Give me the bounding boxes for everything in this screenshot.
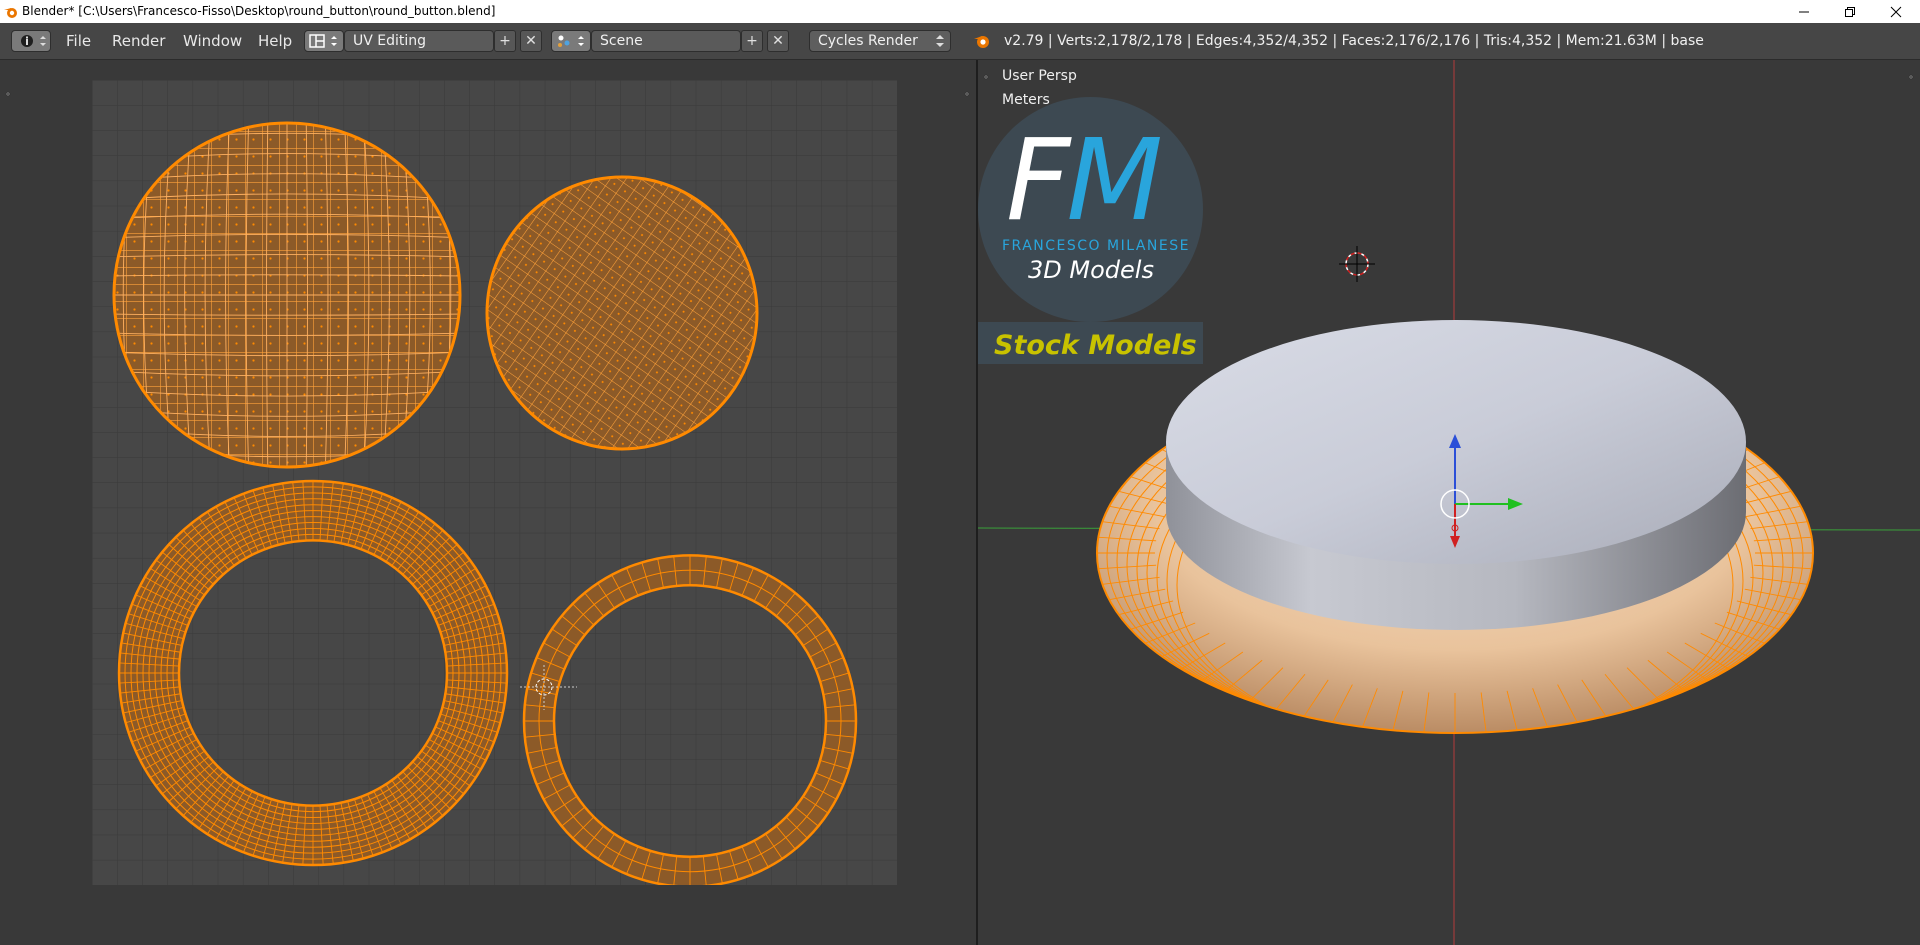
- info-header: File Render Window Help UV Editing + ✕ S…: [0, 23, 1920, 60]
- chevron-updown-icon: [936, 35, 944, 47]
- remove-icon: ✕: [525, 33, 537, 49]
- menu-window[interactable]: Window: [183, 32, 242, 50]
- close-button[interactable]: [1873, 0, 1919, 23]
- add-icon: +: [499, 33, 511, 49]
- area-split-widget-icon[interactable]: [962, 89, 972, 99]
- menu-help[interactable]: Help: [258, 32, 292, 50]
- uv-grid-canvas[interactable]: [92, 80, 897, 885]
- render-engine-icon: [974, 36, 989, 48]
- watermark-name: FRANCESCO MILANESE: [1002, 238, 1190, 254]
- uv-image-editor[interactable]: [0, 60, 976, 945]
- restore-button[interactable]: [1827, 0, 1873, 23]
- minimize-button[interactable]: [1781, 0, 1827, 23]
- window-title: Blender* [C:\Users\Francesco-Fisso\Deskt…: [22, 4, 496, 18]
- blender-logo-icon: [4, 8, 17, 18]
- editor-type-button[interactable]: [11, 30, 51, 52]
- remove-icon: ✕: [772, 33, 784, 49]
- watermark-logo-letters: FM: [1006, 116, 1163, 246]
- area-split-widget-icon[interactable]: [981, 72, 991, 82]
- close-icon: [1890, 6, 1902, 17]
- add-scene-button[interactable]: +: [741, 30, 763, 52]
- watermark-banner-text: Stock Models: [994, 330, 1197, 361]
- menu-file[interactable]: File: [66, 32, 91, 50]
- layout-icon: [309, 34, 337, 48]
- 3d-viewport[interactable]: User Persp Meters FM FRANCESCO MILANESE …: [978, 60, 1920, 945]
- add-icon: +: [746, 33, 758, 49]
- screen-layout-field[interactable]: UV Editing: [344, 30, 494, 52]
- render-engine-label: Cycles Render: [818, 33, 918, 49]
- 3d-cursor: [1339, 246, 1375, 282]
- watermark-subtitle: 3D Models: [1028, 256, 1154, 284]
- scene-menu-button[interactable]: [551, 30, 591, 52]
- scene-icon: [558, 35, 584, 47]
- view-name-label: User Persp: [1002, 68, 1077, 84]
- units-label: Meters: [1002, 92, 1050, 108]
- area-split-widget-icon[interactable]: [1906, 72, 1916, 82]
- restore-icon: [1845, 6, 1855, 17]
- info-editor-icon: [21, 35, 46, 47]
- area-split-widget-icon[interactable]: [3, 89, 13, 99]
- window-titlebar: Blender* [C:\Users\Francesco-Fisso\Deskt…: [0, 0, 1920, 23]
- scene-field[interactable]: Scene: [591, 30, 741, 52]
- minimize-icon: [1799, 11, 1809, 12]
- remove-scene-button[interactable]: ✕: [767, 30, 789, 52]
- uv-island-top-left-disc[interactable]: [112, 121, 462, 469]
- screen-layout-menu-button[interactable]: [304, 30, 344, 52]
- menu-render[interactable]: Render: [112, 32, 165, 50]
- scene-statistics: v2.79 | Verts:2,178/2,178 | Edges:4,352/…: [1004, 33, 1704, 49]
- uv-island-top-right-disc[interactable]: [485, 175, 759, 451]
- render-engine-dropdown[interactable]: Cycles Render: [809, 30, 951, 52]
- add-screen-button[interactable]: +: [494, 30, 516, 52]
- remove-screen-button[interactable]: ✕: [520, 30, 542, 52]
